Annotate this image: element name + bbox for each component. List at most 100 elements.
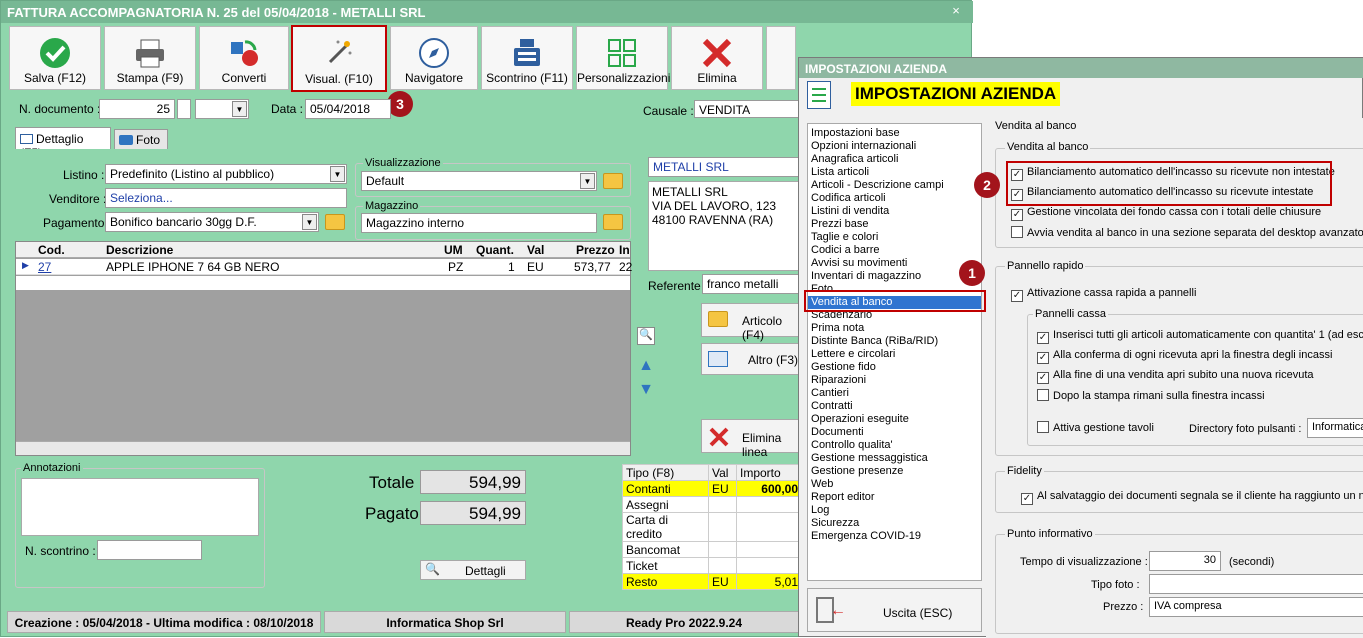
customer-address: METALLI SRL VIA DEL LAVORO, 123 48100 RA…: [648, 181, 801, 271]
sidebar-item[interactable]: Operazioni eseguite: [808, 413, 981, 426]
folder-icon[interactable]: [603, 214, 623, 230]
table-row[interactable]: Ticket: [622, 557, 802, 574]
pr-check[interactable]: ✓ Attivazione cassa rapida a pannelli: [1011, 287, 1196, 302]
horizontal-scrollbar[interactable]: [16, 441, 630, 455]
table-row[interactable]: Bancomat: [622, 541, 802, 558]
sidebar-item[interactable]: Report editor: [808, 491, 981, 504]
venditore-input[interactable]: Seleziona...: [105, 188, 347, 208]
status-creation: Creazione : 05/04/2018 - Ultima modifica…: [7, 611, 321, 633]
add-article-button[interactable]: Articolo (F4): [701, 303, 801, 342]
tavoli-check[interactable]: Attiva gestione tavoli: [1037, 421, 1154, 434]
sidebar-item[interactable]: Gestione presenze: [808, 465, 981, 478]
scontrino-input[interactable]: [97, 540, 202, 560]
sidebar-item[interactable]: Impostazioni base: [808, 127, 981, 140]
sidebar-item[interactable]: Anagrafica articoli: [808, 153, 981, 166]
vb-check-2[interactable]: ✓ Gestione vincolata dei fondo cassa con …: [1011, 206, 1321, 221]
arrow-up-icon[interactable]: ▲: [637, 357, 655, 375]
magic-wand-icon: [328, 40, 352, 64]
sidebar-item[interactable]: Riparazioni: [808, 374, 981, 387]
tempo-label: Tempo di visualizzazione :: [1020, 556, 1148, 568]
details-button[interactable]: 🔍 Dettagli: [420, 560, 526, 580]
table-row[interactable]: Carta di credito: [622, 512, 802, 542]
save-button[interactable]: Salva (F12): [9, 26, 101, 90]
customize-button[interactable]: Personalizzazioni: [576, 26, 670, 90]
sidebar-item[interactable]: Documenti: [808, 426, 981, 439]
fid-check[interactable]: ✓ Al salvataggio dei documenti segnala se…: [1021, 490, 1363, 505]
magazzino-input[interactable]: Magazzino interno: [361, 213, 597, 233]
doc-series-select[interactable]: ▼: [195, 99, 249, 119]
arrow-down-icon[interactable]: ▼: [637, 381, 655, 399]
prezzo-select[interactable]: IVA compresa: [1149, 597, 1363, 617]
date-input[interactable]: 05/04/2018: [305, 99, 391, 119]
other-button[interactable]: Altro (F3): [701, 343, 801, 375]
zoom-icon[interactable]: 🔍: [637, 327, 655, 345]
pc-check-3[interactable]: Dopo la stampa rimani sulla finestra inc…: [1037, 389, 1265, 402]
pagamento-select[interactable]: Bonifico bancario 30gg D.F. ▼: [105, 212, 319, 232]
tab-detail[interactable]: Dettaglio (F5): [15, 127, 111, 160]
sidebar-item[interactable]: Listini di vendita: [808, 205, 981, 218]
sidebar-item[interactable]: Emergenza COVID-19: [808, 530, 981, 543]
sidebar-item[interactable]: Codifica articoli: [808, 192, 981, 205]
folder-icon[interactable]: [603, 173, 623, 189]
convert-button[interactable]: Converti: [199, 26, 289, 90]
notes-label: Annotazioni: [21, 462, 83, 474]
pc-check-0[interactable]: ✓ Inserisci tutti gli articoli automatica…: [1037, 329, 1363, 344]
folder-icon[interactable]: [325, 214, 345, 230]
tempo-input[interactable]: 30: [1149, 551, 1221, 571]
doc-number-suffix[interactable]: [177, 99, 191, 119]
delete-line-button[interactable]: Elimina linea: [701, 419, 801, 459]
referente-input[interactable]: franco metalli: [702, 274, 801, 294]
sidebar-item[interactable]: Controllo qualita': [808, 439, 981, 452]
section-title: Vendita al banco: [995, 120, 1077, 132]
sidebar-item[interactable]: Avvisi su movimenti: [808, 257, 981, 270]
pr-group-label: Pannello rapido: [1005, 260, 1086, 272]
table-row[interactable]: Contanti EU 600,00: [622, 480, 802, 497]
tipo-foto-select[interactable]: [1149, 574, 1363, 594]
table-row-empty[interactable]: [16, 276, 630, 290]
more-toolbar-button[interactable]: [766, 26, 796, 90]
sidebar-item[interactable]: Cantieri: [808, 387, 981, 400]
grid-icon: [608, 39, 636, 67]
navigator-button[interactable]: Navigatore: [390, 26, 478, 90]
sidebar-item[interactable]: Opzioni internazionali: [808, 140, 981, 153]
table-row[interactable]: Assegni: [622, 496, 802, 513]
vb-check-3[interactable]: Avvia vendita al banco in una sezione se…: [1011, 226, 1363, 239]
sidebar-item[interactable]: Gestione messaggistica: [808, 452, 981, 465]
sidebar-item[interactable]: Articoli - Descrizione campi: [808, 179, 981, 192]
exit-button[interactable]: ← Uscita (ESC): [807, 588, 982, 632]
visual-button[interactable]: Visual. (F10): [291, 25, 387, 92]
sidebar-item[interactable]: Gestione fido: [808, 361, 981, 374]
sidebar-item[interactable]: Distinte Banca (RiBa/RID): [808, 335, 981, 348]
pc-check-1[interactable]: ✓ Alla conferma di ogni ricevuta apri la …: [1037, 349, 1332, 364]
close-icon[interactable]: ×: [949, 4, 963, 18]
causale-select[interactable]: VENDITA: [694, 100, 802, 118]
sidebar-item[interactable]: Log: [808, 504, 981, 517]
sidebar-item[interactable]: Lettere e circolari: [808, 348, 981, 361]
table-row[interactable]: ▶ 27 APPLE IPHONE 7 64 GB NERO PZ 1 EU 5…: [16, 259, 632, 275]
sidebar-item[interactable]: Contratti: [808, 400, 981, 413]
visual-select[interactable]: Default ▼: [361, 171, 597, 191]
dir-select[interactable]: Informatica: [1307, 418, 1363, 438]
listino-select[interactable]: Predefinito (Listino al pubblico) ▼: [105, 164, 347, 184]
sidebar-item[interactable]: Inventari di magazzino: [808, 270, 981, 283]
sidebar-item[interactable]: Prima nota: [808, 322, 981, 335]
sidebar-item[interactable]: Lista articoli: [808, 166, 981, 179]
sidebar-item[interactable]: Prezzi base: [808, 218, 981, 231]
pc-check-2[interactable]: ✓ Alla fine di una vendita apri subito un…: [1037, 369, 1314, 384]
sidebar-item[interactable]: Sicurezza: [808, 517, 981, 530]
total-value: 594,99: [420, 470, 526, 494]
checkbox-checked-icon: ✓: [1037, 352, 1049, 364]
delete-button[interactable]: Elimina: [671, 26, 763, 90]
tab-photo[interactable]: Foto: [114, 129, 168, 149]
sidebar-item[interactable]: Taglie e colori: [808, 231, 981, 244]
customer-name[interactable]: METALLI SRL: [648, 157, 801, 177]
receipt-button[interactable]: Scontrino (F11): [481, 26, 573, 90]
sidebar-item[interactable]: Web: [808, 478, 981, 491]
sidebar-item[interactable]: Codici a barre: [808, 244, 981, 257]
print-button[interactable]: Stampa (F9): [104, 26, 196, 90]
doc-number-input[interactable]: 25: [99, 99, 175, 119]
notes-textarea[interactable]: [21, 478, 259, 536]
grid-header: Cod. Descrizione UM Quant. Val Prezzo In: [16, 242, 630, 258]
table-row[interactable]: Resto EU 5,01: [622, 573, 802, 590]
row-pointer-icon: ▶: [22, 260, 29, 270]
